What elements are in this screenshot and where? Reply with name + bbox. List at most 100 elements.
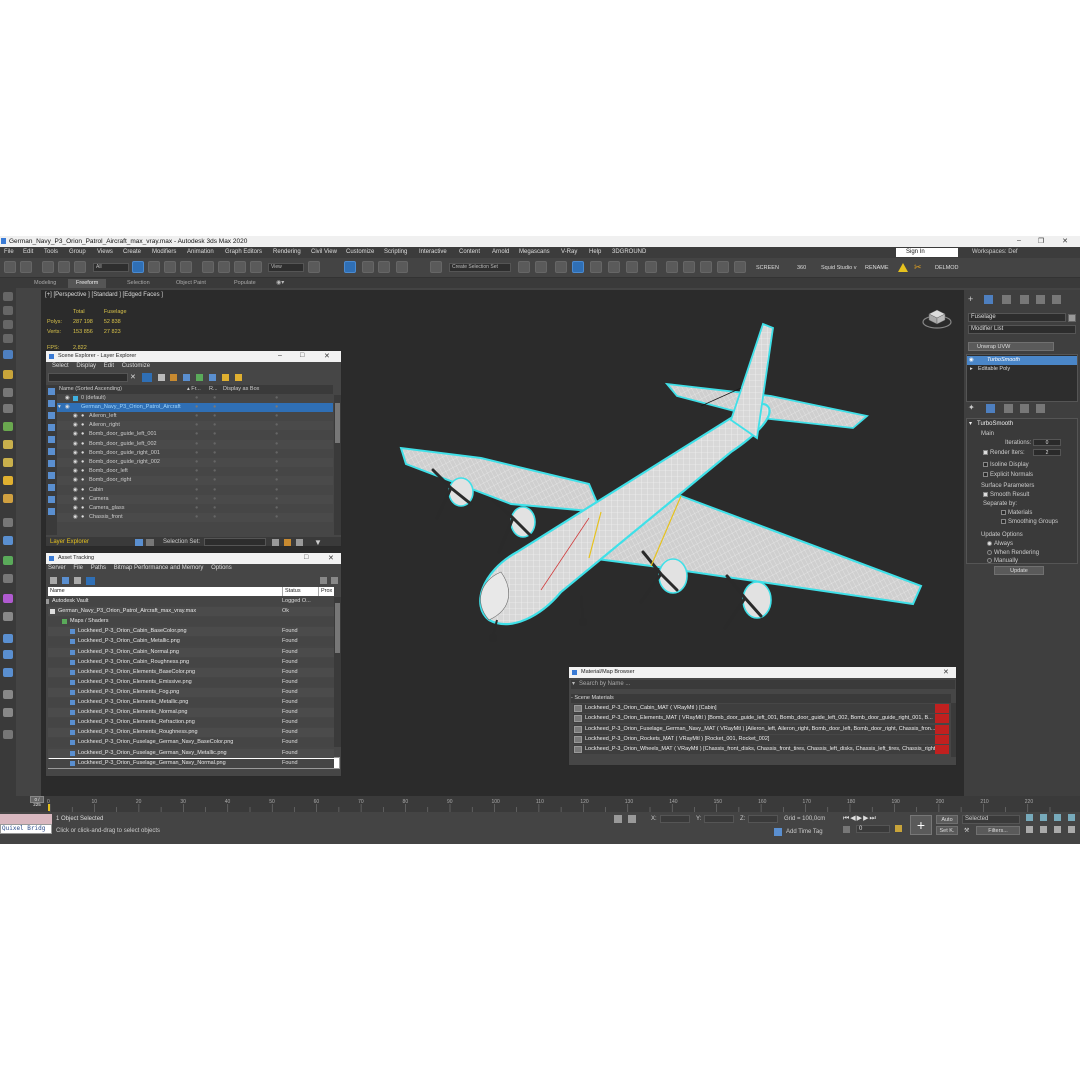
selection-lock-icon[interactable] — [628, 815, 636, 823]
expand-icon[interactable]: ▸ — [970, 365, 973, 374]
scene-object-row[interactable]: ◉ ● Cabin ● ● ● — [57, 485, 333, 495]
auto-key-button[interactable]: Auto — [936, 815, 958, 824]
render-iterative-icon[interactable] — [717, 261, 729, 273]
help-icon[interactable] — [320, 577, 327, 584]
close-icon[interactable]: ✕ — [324, 352, 330, 360]
render-production-icon[interactable] — [700, 261, 712, 273]
curve-editor-icon[interactable] — [608, 261, 620, 273]
minimize-icon[interactable]: – — [278, 352, 282, 359]
menu-edit[interactable]: Edit — [104, 363, 114, 369]
primitive-icon[interactable] — [3, 422, 13, 431]
box-icon[interactable]: ● — [275, 495, 278, 504]
freeze-icon[interactable]: ● — [195, 486, 198, 495]
viewport-label[interactable]: [+] [Perspective ] [Standard ] [Edged Fa… — [45, 292, 163, 298]
visibility-eye-icon[interactable]: ◉ — [73, 513, 78, 522]
stack-item-turbosmooth[interactable]: ◉ TurboSmooth — [967, 356, 1077, 365]
window-crossing-icon[interactable] — [180, 261, 192, 273]
asset-row[interactable]: Maps / Shaders — [48, 617, 334, 627]
visibility-eye-icon[interactable]: ◉ — [73, 421, 78, 430]
hierarchy-tab-icon[interactable] — [1002, 295, 1011, 304]
expand-icon[interactable]: ▾ — [58, 403, 61, 412]
tab-populate[interactable]: Populate — [234, 279, 256, 288]
explorer-tree-icon[interactable] — [146, 539, 154, 546]
stack-item-editable-poly[interactable]: ▸ Editable Poly — [967, 365, 1077, 374]
menu-graph-editors[interactable]: Graph Editors — [225, 249, 262, 255]
undo-icon[interactable] — [4, 261, 16, 273]
viewcube-icon[interactable] — [921, 304, 953, 330]
rotate-icon[interactable] — [218, 261, 230, 273]
explorer-type-icon[interactable] — [135, 539, 143, 546]
display-shapes-icon[interactable] — [48, 412, 55, 419]
layer-row-default[interactable]: ◉ 0 (default) ● ● ● — [57, 394, 333, 403]
manually-radio[interactable]: Manually — [987, 558, 1018, 564]
freeze-icon[interactable]: ● — [195, 403, 198, 412]
modifier-list-dropdown[interactable]: Modifier List — [968, 325, 1076, 334]
scene-object-row[interactable]: ◉ ● Bomb_door_guide_left_001 ● ● ● — [57, 430, 333, 440]
asset-row[interactable]: Lockheed_P-3_Orion_Fuselage_German_Navy_… — [48, 748, 334, 758]
render-icon[interactable]: ● — [213, 430, 216, 439]
plugin-7-icon[interactable] — [3, 708, 13, 717]
unlink-icon[interactable] — [58, 261, 70, 273]
select-object-icon[interactable] — [132, 261, 144, 273]
col-frozen[interactable]: ▴ Fr... — [187, 385, 201, 394]
box-icon[interactable]: ● — [275, 467, 278, 476]
scene-explorer-titlebar[interactable]: Scene Explorer - Layer Explorer – □ ✕ — [46, 351, 341, 362]
display-groups-icon[interactable] — [48, 472, 55, 479]
delmod-button[interactable]: DELMOD — [935, 265, 959, 271]
iterations-spinner[interactable]: 0 — [1033, 439, 1061, 446]
maxscript-mini-listener[interactable] — [0, 814, 52, 824]
tab-freeform[interactable]: Freeform — [68, 279, 107, 288]
freeze-icon[interactable]: ● — [195, 513, 198, 522]
object-color-swatch[interactable] — [1068, 314, 1076, 322]
render-iters-spinner[interactable]: 2 — [1033, 449, 1061, 456]
menu-file[interactable]: File — [4, 249, 14, 255]
rollout-collapse-icon[interactable]: ▾ — [969, 420, 972, 427]
scale-icon[interactable] — [234, 261, 246, 273]
menu-help[interactable]: Help — [589, 249, 601, 255]
rectangular-selection-icon[interactable] — [164, 261, 176, 273]
explicit-normals-checkbox[interactable]: Explicit Normals — [983, 472, 1033, 478]
asset-row[interactable]: Lockheed_P-3_Orion_Elements_Emissive.png… — [48, 677, 334, 687]
spinner-snap-icon[interactable] — [396, 261, 408, 273]
menu-display[interactable]: Display — [76, 363, 96, 369]
zoom-icon[interactable] — [1026, 814, 1033, 821]
scene-object-row[interactable]: ◉ ● Bomb_door_guide_right_001 ● ● ● — [57, 448, 333, 458]
rename-button[interactable]: RENAME — [865, 265, 889, 271]
filter-icon[interactable] — [142, 373, 152, 382]
lock-icon[interactable] — [158, 374, 165, 381]
vault-icon[interactable] — [50, 577, 57, 584]
menu-content[interactable]: Content — [459, 249, 480, 255]
display-bones-icon[interactable] — [48, 496, 55, 503]
modify-tab-icon[interactable] — [984, 295, 993, 304]
col-proxy[interactable]: Prox — [318, 587, 332, 596]
make-unique-icon[interactable] — [1004, 404, 1013, 413]
set-key-mode-button[interactable]: Set K. — [936, 826, 958, 835]
filters-button[interactable]: Filters... — [976, 826, 1020, 835]
scene-materials-header[interactable]: - Scene Materials — [571, 694, 951, 703]
when-rendering-radio[interactable]: When Rendering — [987, 550, 1039, 556]
material-row[interactable]: Lockheed_P-3_Orion_Fuselage_German_Navy_… — [573, 724, 949, 734]
time-config-icon[interactable] — [895, 825, 902, 832]
box-icon[interactable]: ● — [275, 513, 278, 522]
selection-filter-dropdown[interactable]: All — [93, 263, 129, 272]
settings-icon[interactable] — [331, 577, 338, 584]
railclone-icon[interactable] — [3, 574, 13, 583]
menu-vray[interactable]: V-Ray — [561, 249, 577, 255]
maximize-icon[interactable]: □ — [304, 554, 308, 561]
current-frame-field[interactable]: 0 — [856, 825, 890, 833]
render-icon[interactable]: ● — [213, 476, 216, 485]
sun-icon[interactable] — [3, 476, 13, 485]
field-of-view-icon[interactable] — [1026, 826, 1033, 833]
render-icon[interactable]: ● — [213, 449, 216, 458]
toggle-ribbon-icon[interactable] — [590, 261, 602, 273]
time-tag-icon[interactable] — [774, 828, 782, 836]
layer-explorer-label[interactable]: Layer Explorer — [50, 539, 89, 545]
pan-icon[interactable] — [1040, 826, 1047, 833]
explorer-scrollbar[interactable] — [334, 395, 341, 535]
utilities-tab-icon[interactable] — [1052, 295, 1061, 304]
visibility-eye-icon[interactable]: ◉ — [73, 467, 78, 476]
visibility-eye-icon[interactable]: ◉ — [73, 495, 78, 504]
scene-object-row[interactable]: ◉ ● Camera ● ● ● — [57, 494, 333, 504]
display-cameras-icon[interactable] — [48, 436, 55, 443]
tool-shortcut-icon[interactable] — [3, 518, 13, 527]
